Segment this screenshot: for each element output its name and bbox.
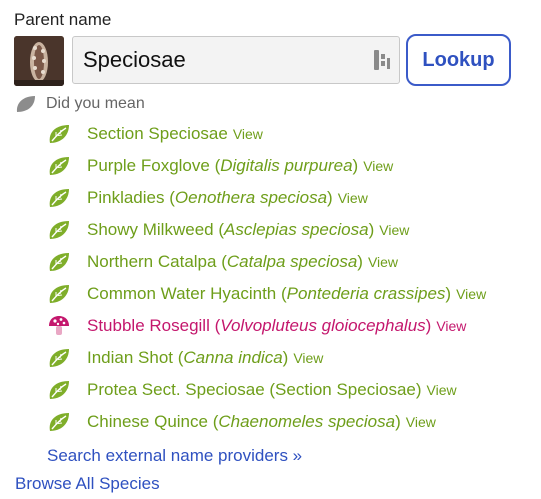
suggestion-item[interactable]: Showy Milkweed (Asclepias speciosa) View bbox=[46, 214, 486, 246]
scientific-name: Volvopluteus gloiocephalus bbox=[220, 316, 426, 335]
scientific-name: Canna indica bbox=[183, 348, 283, 367]
view-link[interactable]: View bbox=[436, 318, 466, 334]
search-external-providers-link[interactable]: Search external name providers » bbox=[47, 446, 302, 466]
mushroom-icon bbox=[46, 315, 72, 337]
view-link[interactable]: View bbox=[338, 190, 368, 206]
plant-leaf-icon bbox=[46, 251, 72, 273]
suggestion-item[interactable]: Purple Foxglove (Digitalis purpurea) View bbox=[46, 150, 486, 182]
gray-leaf-icon bbox=[14, 94, 38, 114]
suggestion-name[interactable]: Section Speciosae bbox=[87, 124, 228, 144]
plant-leaf-icon bbox=[46, 347, 72, 369]
scientific-name: Catalpa speciosa bbox=[226, 252, 358, 271]
suggestion-name[interactable]: Protea Sect. Speciosae (Section Speciosa… bbox=[87, 380, 422, 400]
taxon-photo-thumbnail bbox=[14, 36, 64, 86]
view-link[interactable]: View bbox=[363, 158, 393, 174]
scientific-name: Pontederia crassipes bbox=[286, 284, 446, 303]
scientific-name: Digitalis purpurea bbox=[220, 156, 353, 175]
autofill-key-icon[interactable] bbox=[372, 49, 392, 71]
scientific-name: Asclepias speciosa bbox=[224, 220, 369, 239]
plant-leaf-icon bbox=[46, 123, 72, 145]
common-name: Section Speciosae bbox=[87, 124, 228, 143]
suggestion-name[interactable]: Purple Foxglove (Digitalis purpurea) bbox=[87, 156, 358, 176]
view-link[interactable]: View bbox=[293, 350, 323, 366]
common-name: Pinkladies bbox=[87, 188, 165, 207]
view-link[interactable]: View bbox=[406, 414, 436, 430]
common-name: Indian Shot bbox=[87, 348, 174, 367]
common-name: Showy Milkweed bbox=[87, 220, 214, 239]
lookup-button[interactable]: Lookup bbox=[406, 34, 511, 86]
suggestion-item[interactable]: Chinese Quince (Chaenomeles speciosa) Vie… bbox=[46, 406, 486, 438]
view-link[interactable]: View bbox=[456, 286, 486, 302]
suggestion-name[interactable]: Common Water Hyacinth (Pontederia crassi… bbox=[87, 284, 451, 304]
common-name: Purple Foxglove bbox=[87, 156, 210, 175]
suggestion-item[interactable]: Common Water Hyacinth (Pontederia crassi… bbox=[46, 278, 486, 310]
suggestion-name[interactable]: Showy Milkweed (Asclepias speciosa) bbox=[87, 220, 374, 240]
plant-leaf-icon bbox=[46, 155, 72, 177]
parent-name-label: Parent name bbox=[14, 10, 112, 29]
common-name: Northern Catalpa bbox=[87, 252, 217, 271]
scientific-name: Oenothera speciosa bbox=[174, 188, 328, 207]
plant-leaf-icon bbox=[46, 411, 72, 433]
suggestion-name[interactable]: Indian Shot (Canna indica) bbox=[87, 348, 288, 368]
did-you-mean-heading: Did you mean bbox=[14, 94, 145, 114]
suggestion-item[interactable]: Section Speciosae View bbox=[46, 118, 486, 150]
plant-leaf-icon bbox=[46, 379, 72, 401]
common-name: Common Water Hyacinth bbox=[87, 284, 277, 303]
common-name: Stubble Rosegill bbox=[87, 316, 210, 335]
plant-leaf-icon bbox=[46, 283, 72, 305]
parent-name-input[interactable] bbox=[72, 36, 400, 84]
suggestion-name[interactable]: Chinese Quince (Chaenomeles speciosa) bbox=[87, 412, 401, 432]
suggestion-name[interactable]: Northern Catalpa (Catalpa speciosa) bbox=[87, 252, 363, 272]
suggestion-list: Section Speciosae View Purple Foxglove (Di… bbox=[46, 118, 486, 438]
suggestion-item[interactable]: Stubble Rosegill (Volvopluteus gloioceph… bbox=[46, 310, 486, 342]
scientific-name: Chaenomeles speciosa bbox=[218, 412, 396, 431]
suggestion-item[interactable]: Protea Sect. Speciosae (Section Speciosa… bbox=[46, 374, 486, 406]
plant-leaf-icon bbox=[46, 219, 72, 241]
view-link[interactable]: View bbox=[379, 222, 409, 238]
suggestion-item[interactable]: Northern Catalpa (Catalpa speciosa) View bbox=[46, 246, 486, 278]
did-you-mean-label: Did you mean bbox=[46, 95, 145, 112]
view-link[interactable]: View bbox=[427, 382, 457, 398]
common-name: Protea Sect. Speciosae (Section Speciosa… bbox=[87, 380, 422, 399]
browse-all-species-link[interactable]: Browse All Species bbox=[15, 474, 160, 494]
suggestion-item[interactable]: Indian Shot (Canna indica) View bbox=[46, 342, 486, 374]
view-link[interactable]: View bbox=[233, 126, 263, 142]
common-name: Chinese Quince bbox=[87, 412, 208, 431]
plant-leaf-icon bbox=[46, 187, 72, 209]
view-link[interactable]: View bbox=[368, 254, 398, 270]
suggestion-name[interactable]: Stubble Rosegill (Volvopluteus gloioceph… bbox=[87, 316, 431, 336]
suggestion-name[interactable]: Pinkladies (Oenothera speciosa) bbox=[87, 188, 333, 208]
suggestion-item[interactable]: Pinkladies (Oenothera speciosa) View bbox=[46, 182, 486, 214]
